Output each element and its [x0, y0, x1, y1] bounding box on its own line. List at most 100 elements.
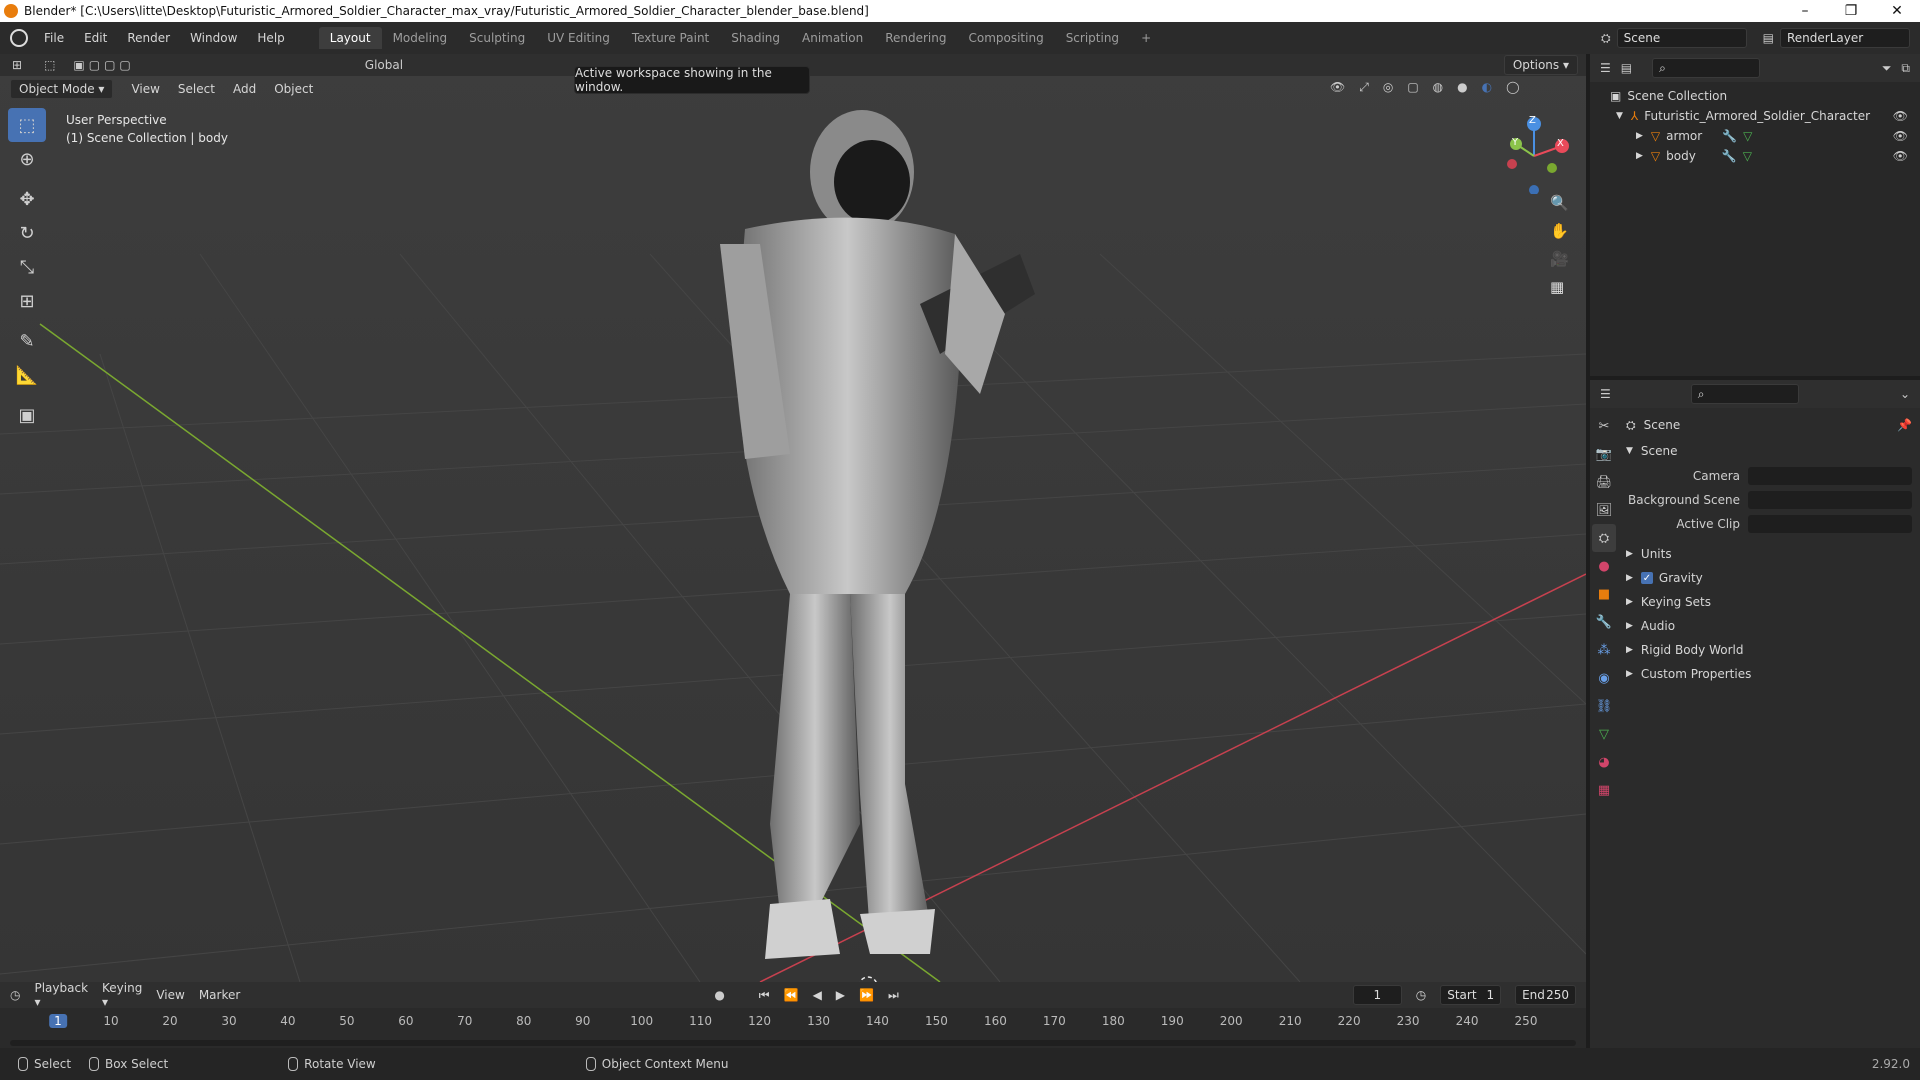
- timeline-editor-icon[interactable]: ◷: [10, 988, 20, 1002]
- menu-playback[interactable]: Playback ▾: [34, 981, 88, 1009]
- modifier-tab-icon[interactable]: 🔧: [1592, 608, 1616, 636]
- overlay-toggle-icon[interactable]: ◎: [1383, 80, 1393, 95]
- object-tab-icon[interactable]: ■: [1592, 580, 1616, 608]
- timeline-scrollbar[interactable]: [10, 1040, 1576, 1046]
- select-box-tool-icon[interactable]: ⬚: [8, 108, 46, 142]
- units-panel[interactable]: ▶ Units: [1626, 542, 1912, 566]
- visibility-icon[interactable]: 👁: [1330, 80, 1345, 95]
- expand-arrow-icon[interactable]: ▼: [1616, 111, 1623, 121]
- solid-shading-icon[interactable]: ●: [1457, 80, 1467, 95]
- blender-menu-icon[interactable]: [10, 29, 28, 47]
- select-mode-icons[interactable]: ▣▢▢▢: [73, 58, 134, 72]
- menu-edit[interactable]: Edit: [74, 31, 117, 45]
- object-mode-dropdown[interactable]: Object Mode ▾: [10, 79, 114, 99]
- play-reverse-icon[interactable]: ◀: [813, 988, 822, 1002]
- cursor-tool-icon[interactable]: ⊕: [8, 142, 46, 176]
- material-shading-icon[interactable]: ◐: [1482, 80, 1492, 95]
- expand-arrow-icon[interactable]: ▶: [1636, 131, 1643, 141]
- rigid-body-world-panel[interactable]: ▶ Rigid Body World: [1626, 638, 1912, 662]
- add-workspace-button[interactable]: +: [1130, 27, 1162, 49]
- camera-view-icon[interactable]: 🎥: [1550, 250, 1569, 268]
- tab-texture-paint[interactable]: Texture Paint: [621, 27, 720, 49]
- menu-keying[interactable]: Keying ▾: [102, 981, 142, 1009]
- pin-icon[interactable]: 📌: [1897, 418, 1912, 432]
- jump-keyframe-back-icon[interactable]: ⏪: [784, 988, 799, 1002]
- scale-tool-icon[interactable]: ⤡: [8, 250, 46, 284]
- outliner-row-scene-collection[interactable]: ▣ Scene Collection: [1590, 86, 1920, 106]
- tab-uv-editing[interactable]: UV Editing: [536, 27, 621, 49]
- particles-tab-icon[interactable]: ⁂: [1592, 636, 1616, 664]
- properties-search-input[interactable]: ⌕: [1690, 384, 1799, 404]
- tab-rendering[interactable]: Rendering: [874, 27, 957, 49]
- ortho-grid-icon[interactable]: ▦: [1550, 278, 1569, 296]
- annotate-tool-icon[interactable]: ✎: [8, 324, 46, 358]
- menu-marker[interactable]: Marker: [199, 988, 240, 1002]
- data-tab-icon[interactable]: ▽: [1592, 720, 1616, 748]
- gravity-checkbox[interactable]: ✓: [1640, 572, 1653, 584]
- tab-compositing[interactable]: Compositing: [957, 27, 1054, 49]
- timeline-ruler[interactable]: 1 10 20 30 40 50 60 70 80 90 100 110 120 130 140 150 160…: [0, 1012, 1586, 1034]
- output-tab-icon[interactable]: 🖨: [1592, 468, 1616, 496]
- rotate-tool-icon[interactable]: ↻: [8, 216, 46, 250]
- render-tab-icon[interactable]: 📷: [1592, 440, 1616, 468]
- audio-panel[interactable]: ▶ Audio: [1626, 614, 1912, 638]
- transform-tool-icon[interactable]: ⊞: [8, 284, 46, 318]
- current-frame-field[interactable]: 1: [1352, 985, 1402, 1005]
- visibility-eye-icon[interactable]: 👁: [1893, 129, 1908, 143]
- jump-keyframe-forward-icon[interactable]: ⏩: [859, 988, 874, 1002]
- properties-editor-icon[interactable]: ☰: [1600, 387, 1611, 401]
- tab-layout[interactable]: Layout: [318, 27, 382, 49]
- rendered-shading-icon[interactable]: ◯: [1506, 80, 1519, 95]
- material-tab-icon[interactable]: ◕: [1592, 748, 1616, 776]
- scene-section-header[interactable]: ▼ Scene: [1626, 438, 1912, 464]
- menu-timeline-view[interactable]: View: [156, 988, 184, 1002]
- menu-render[interactable]: Render: [117, 31, 180, 45]
- texture-tab-icon[interactable]: ▦: [1592, 776, 1616, 804]
- outliner-display-mode-icon[interactable]: ▤: [1621, 61, 1632, 75]
- constraints-tab-icon[interactable]: ⛓: [1592, 692, 1616, 720]
- clock-icon[interactable]: ◷: [1416, 988, 1426, 1002]
- options-dropdown[interactable]: Options ▾: [1503, 55, 1578, 75]
- tab-shading[interactable]: Shading: [720, 27, 791, 49]
- filter-icon[interactable]: ⏷: [1882, 61, 1892, 76]
- jump-start-icon[interactable]: ⏮: [759, 988, 770, 1003]
- active-clip-field[interactable]: [1748, 515, 1912, 533]
- minimize-button[interactable]: –: [1782, 3, 1828, 19]
- menu-object[interactable]: Object: [274, 82, 313, 96]
- start-frame-field[interactable]: Start 1: [1440, 985, 1502, 1005]
- outliner-search-input[interactable]: ⌕: [1652, 58, 1761, 78]
- keying-sets-panel[interactable]: ▶ Keying Sets: [1626, 590, 1912, 614]
- navigation-gizmo[interactable]: Z X Y: [1500, 114, 1576, 195]
- outliner-row-character[interactable]: ▼ ⅄ Futuristic_Armored_Soldier_Character…: [1590, 106, 1920, 126]
- jump-end-icon[interactable]: ⏭: [888, 988, 899, 1003]
- close-button[interactable]: ✕: [1874, 3, 1920, 19]
- tab-modeling[interactable]: Modeling: [382, 27, 459, 49]
- menu-file[interactable]: File: [34, 31, 74, 45]
- world-tab-icon[interactable]: ●: [1592, 552, 1616, 580]
- zoom-icon[interactable]: 🔍: [1550, 194, 1569, 212]
- scene-selector[interactable]: Scene: [1616, 28, 1747, 48]
- wireframe-shading-icon[interactable]: ◍: [1433, 80, 1443, 95]
- end-frame-field[interactable]: End 250: [1515, 985, 1576, 1005]
- camera-field[interactable]: [1748, 467, 1912, 485]
- pan-hand-icon[interactable]: ✋: [1550, 222, 1569, 240]
- outliner-row-armor[interactable]: ▶ ▽ armor 🔧 ▽ 👁: [1590, 126, 1920, 146]
- record-button-icon[interactable]: ●: [714, 988, 724, 1002]
- render-layer-selector[interactable]: RenderLayer: [1780, 28, 1910, 48]
- outliner-row-body[interactable]: ▶ ▽ body 🔧 ▽ 👁: [1590, 146, 1920, 166]
- select-tool-icon[interactable]: ⬚: [44, 58, 55, 72]
- menu-window[interactable]: Window: [180, 31, 247, 45]
- xray-icon[interactable]: ▢: [1407, 80, 1418, 95]
- editor-type-icon[interactable]: ⊞: [12, 58, 22, 72]
- transform-orientation[interactable]: Global: [365, 58, 403, 72]
- menu-view[interactable]: View: [131, 82, 159, 96]
- play-icon[interactable]: ▶: [836, 988, 845, 1002]
- physics-tab-icon[interactable]: ◉: [1592, 664, 1616, 692]
- measure-tool-icon[interactable]: 📐: [8, 358, 46, 392]
- tool-tab-icon[interactable]: ✂: [1592, 412, 1616, 440]
- outliner-editor-icon[interactable]: ☰: [1600, 61, 1611, 75]
- visibility-eye-icon[interactable]: 👁: [1893, 149, 1908, 163]
- gravity-panel[interactable]: ▶ ✓ Gravity: [1626, 566, 1912, 590]
- background-scene-field[interactable]: [1748, 491, 1912, 509]
- new-collection-icon[interactable]: ⧉: [1901, 61, 1910, 76]
